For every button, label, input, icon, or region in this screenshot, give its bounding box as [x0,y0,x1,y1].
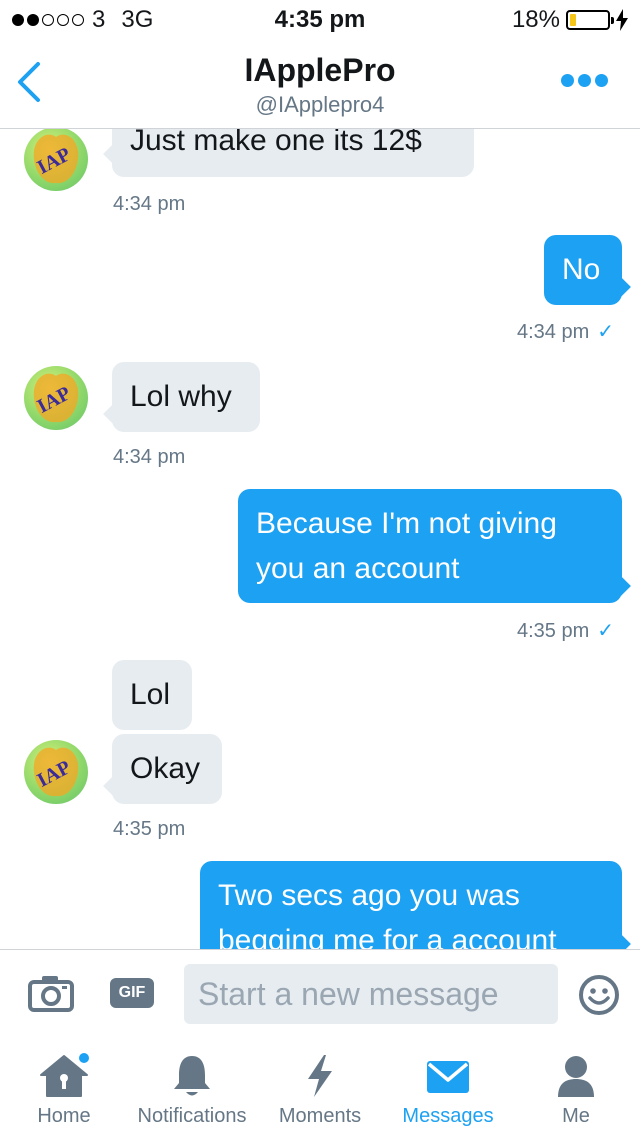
apple-logo-icon: IAP [34,134,79,184]
apple-logo-icon: IAP [34,747,79,797]
message-text-line: Because I'm not giving [256,507,557,540]
tab-label: Home [37,1105,91,1127]
tab-me[interactable]: Me [512,1037,640,1136]
message-text-line: begging me for a account [218,924,557,949]
status-bar: 3 3G 4:35 pm 18% [0,0,640,40]
notification-badge [79,1053,89,1063]
emoji-icon[interactable] [578,974,620,1016]
status-right: 18% [512,6,628,34]
message-bubble-outgoing[interactable]: No [544,235,622,305]
tab-moments[interactable]: Moments [256,1037,384,1136]
message-timestamp: 4:34 pm ✓ [517,321,615,343]
gif-button[interactable]: GIF [110,978,154,1008]
conversation-title[interactable]: IApplePro [0,52,640,89]
message-text: Okay [130,752,201,785]
message-bubble-incoming[interactable]: Lol [112,660,192,730]
conversation-header: IApplePro @IApplepro4 [0,40,640,129]
apple-logo-icon: IAP [34,373,79,423]
avatar[interactable]: IAP [24,129,88,191]
tab-label: Me [562,1105,590,1127]
message-timestamp: 4:34 pm [113,193,186,215]
envelope-icon [427,1061,469,1093]
tab-label: Messages [402,1105,494,1127]
message-thread[interactable]: IAP Just make one its 12$ 4:34 pm No 4:3… [0,129,640,949]
read-check-icon: ✓ [597,620,615,642]
camera-icon[interactable] [28,974,74,1012]
tab-label: Notifications [137,1105,247,1127]
message-text-line: you an account [256,552,460,585]
message-bubble-incoming[interactable]: Lol why [112,362,260,432]
avatar[interactable]: IAP [24,740,88,804]
lightning-icon [308,1055,332,1097]
message-timestamp: 4:35 pm [113,818,186,840]
conversation-handle: @IApplepro4 [255,92,385,117]
message-timestamp: 4:34 pm [113,446,186,468]
more-options-icon[interactable] [561,74,608,87]
message-bubble-incoming[interactable]: Okay [112,734,222,804]
message-text: Just make one its 12$ [130,129,422,157]
message-composer: GIF [0,949,640,1038]
person-icon [558,1056,594,1097]
tab-messages[interactable]: Messages [384,1037,512,1136]
tab-notifications[interactable]: Notifications [128,1037,256,1136]
message-text: Lol why [130,380,232,413]
read-check-icon: ✓ [597,321,615,343]
message-bubble-outgoing[interactable]: Because I'm not giving you an account [238,489,622,603]
avatar[interactable]: IAP [24,366,88,430]
message-timestamp: 4:35 pm ✓ [517,620,615,642]
message-bubble-incoming[interactable]: Just make one its 12$ [112,129,474,177]
bell-icon [174,1056,210,1096]
battery-percent: 18% [511,6,560,33]
message-text: No [562,253,601,286]
tab-label: Moments [278,1105,362,1127]
battery-icon [566,10,614,30]
tab-home[interactable]: Home [0,1037,128,1136]
charging-bolt-icon [616,9,628,31]
message-text-line: Two secs ago you was [218,879,520,912]
tab-bar: Home Notifications Moments Messages Me [0,1037,640,1136]
message-bubble-outgoing[interactable]: Two secs ago you was begging me for a ac… [200,861,622,949]
message-input[interactable] [184,964,558,1024]
message-text: Lol [130,678,171,711]
home-icon [40,1053,89,1097]
